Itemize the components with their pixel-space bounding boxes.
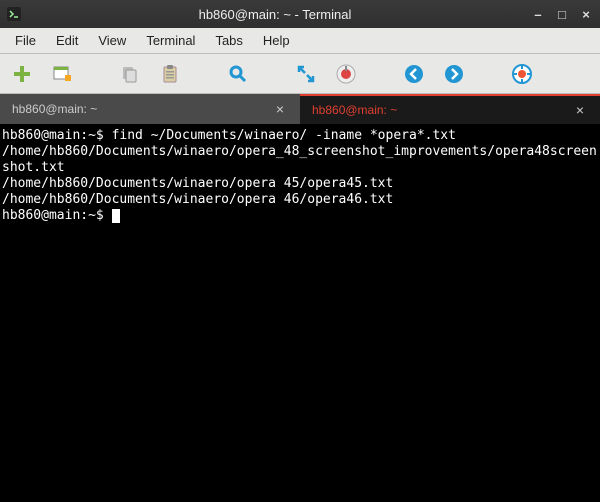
tab-1[interactable]: hb860@main: ~ × bbox=[0, 94, 300, 124]
terminal-line: /home/hb860/Documents/winaero/opera 45/o… bbox=[2, 176, 393, 191]
preferences-button[interactable] bbox=[334, 62, 358, 86]
help-button[interactable] bbox=[510, 62, 534, 86]
window-title: hb860@main: ~ - Terminal bbox=[28, 7, 522, 22]
cursor bbox=[112, 209, 120, 223]
titlebar: hb860@main: ~ - Terminal – □ × bbox=[0, 0, 600, 28]
terminal-line: /home/hb860/Documents/winaero/opera 46/o… bbox=[2, 192, 393, 207]
menu-edit[interactable]: Edit bbox=[47, 30, 87, 51]
new-tab-button[interactable] bbox=[10, 62, 34, 86]
terminal-prompt: hb860@main:~$ bbox=[2, 208, 112, 223]
close-window-button[interactable]: × bbox=[578, 6, 594, 22]
prev-tab-button[interactable] bbox=[402, 62, 426, 86]
tab-label: hb860@main: ~ bbox=[312, 103, 572, 117]
menu-terminal[interactable]: Terminal bbox=[137, 30, 204, 51]
fullscreen-button[interactable] bbox=[294, 62, 318, 86]
search-button[interactable] bbox=[226, 62, 250, 86]
next-tab-button[interactable] bbox=[442, 62, 466, 86]
close-tab-icon[interactable]: × bbox=[572, 102, 588, 118]
close-tab-icon[interactable]: × bbox=[272, 101, 288, 117]
menubar: File Edit View Terminal Tabs Help bbox=[0, 28, 600, 54]
toolbar bbox=[0, 54, 600, 94]
terminal-line: /home/hb860/Documents/winaero/opera_48_s… bbox=[2, 144, 597, 175]
maximize-button[interactable]: □ bbox=[554, 6, 570, 22]
menu-file[interactable]: File bbox=[6, 30, 45, 51]
minimize-button[interactable]: – bbox=[530, 6, 546, 22]
tab-label: hb860@main: ~ bbox=[12, 102, 272, 116]
new-window-button[interactable] bbox=[50, 62, 74, 86]
terminal-line: hb860@main:~$ find ~/Documents/winaero/ … bbox=[2, 128, 456, 143]
paste-button[interactable] bbox=[158, 62, 182, 86]
menu-help[interactable]: Help bbox=[254, 30, 299, 51]
menu-view[interactable]: View bbox=[89, 30, 135, 51]
tab-2[interactable]: hb860@main: ~ × bbox=[300, 94, 600, 124]
copy-button[interactable] bbox=[118, 62, 142, 86]
tabbar: hb860@main: ~ × hb860@main: ~ × bbox=[0, 94, 600, 124]
menu-tabs[interactable]: Tabs bbox=[206, 30, 251, 51]
terminal-app-icon bbox=[6, 6, 22, 22]
terminal-output[interactable]: hb860@main:~$ find ~/Documents/winaero/ … bbox=[0, 124, 600, 502]
